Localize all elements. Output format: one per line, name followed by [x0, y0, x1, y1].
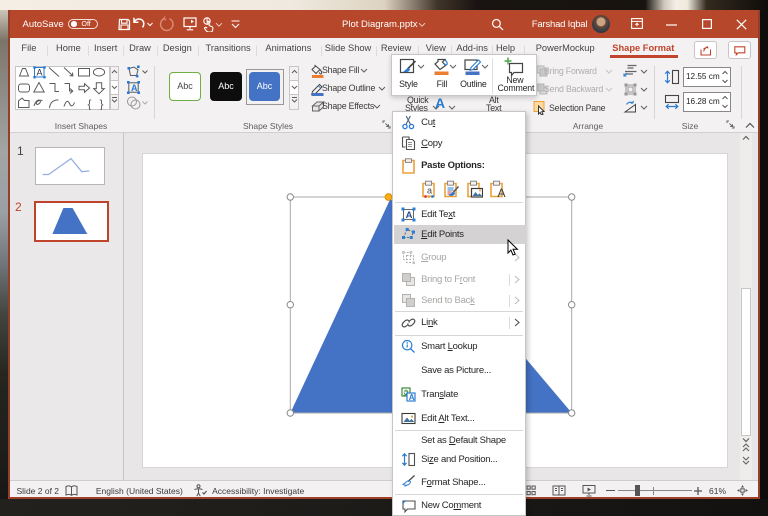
svg-text:A: A [408, 393, 414, 402]
svg-text:A: A [131, 83, 138, 93]
svg-text:}: } [100, 97, 104, 110]
svg-text:a: a [427, 185, 432, 195]
svg-text:A: A [405, 210, 412, 221]
svg-text:A: A [498, 186, 506, 198]
svg-text:A: A [37, 67, 43, 77]
svg-text:{: { [88, 97, 92, 110]
